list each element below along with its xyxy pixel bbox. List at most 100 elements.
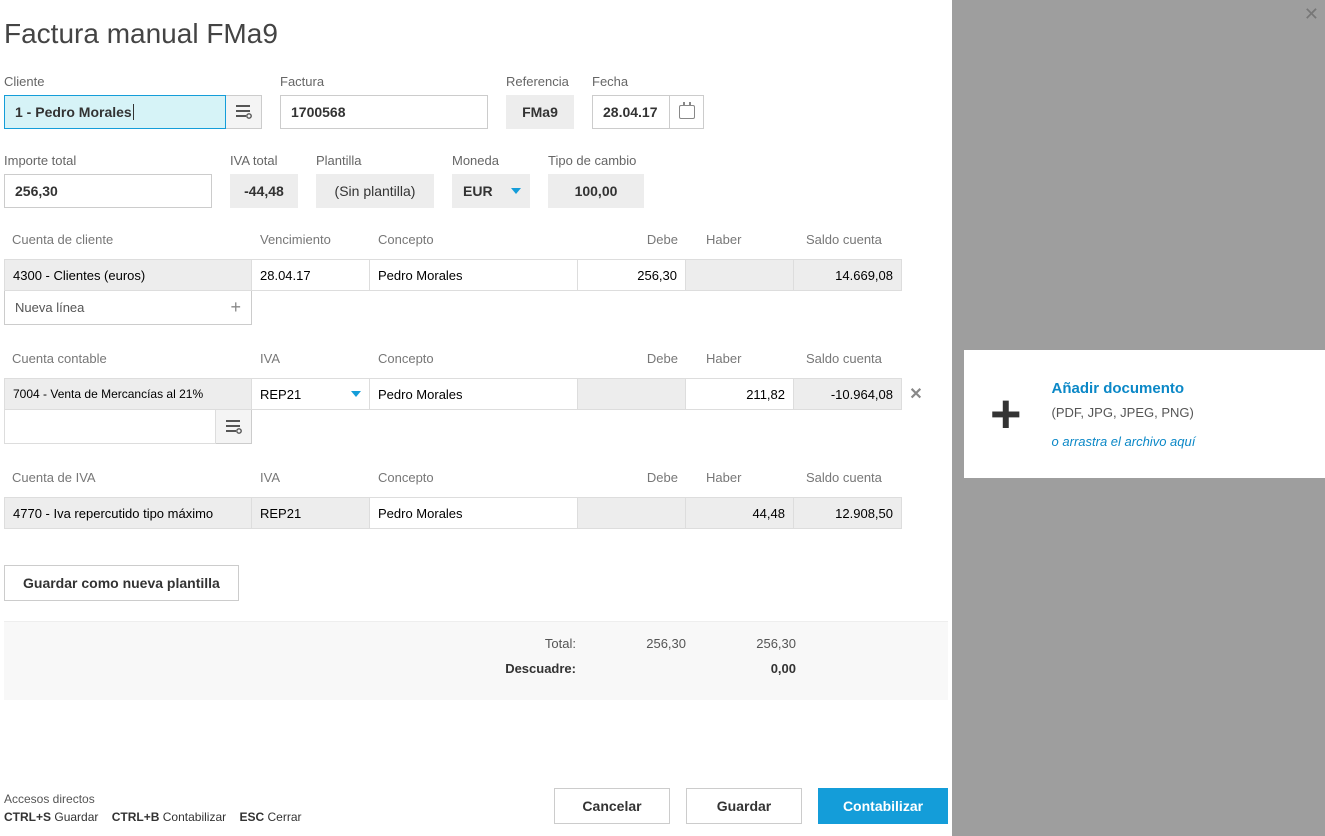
datepicker-button[interactable] (670, 95, 704, 129)
cell-cuenta[interactable]: 4300 - Clientes (euros) (4, 259, 252, 291)
value-plantilla[interactable]: (Sin plantilla) (316, 174, 434, 208)
th-debe: Debe (578, 232, 686, 253)
cell-haber2[interactable]: 211,82 (686, 378, 794, 410)
value-referencia: FMa9 (506, 95, 574, 129)
input-fecha[interactable]: 28.04.17 (592, 95, 670, 129)
cell-cuenta2[interactable]: 7004 - Venta de Mercancías al 21% (4, 378, 252, 410)
th-haber2: Haber (686, 351, 794, 372)
label-referencia: Referencia (506, 74, 574, 89)
calendar-icon (679, 105, 695, 119)
post-button[interactable]: Contabilizar (818, 788, 948, 824)
cell-cuenta3[interactable]: 4770 - Iva repercutido tipo máximo (4, 497, 252, 529)
cell-debe2 (578, 378, 686, 410)
th-saldo3: Saldo cuenta (794, 470, 902, 491)
cell-iva-select[interactable]: REP21 (252, 378, 370, 410)
save-button[interactable]: Guardar (686, 788, 802, 824)
cell-debe[interactable]: 256,30 (578, 259, 686, 291)
add-line-label: Nueva línea (15, 300, 84, 315)
row-header-1: Cliente 1 - Pedro Morales Factura 170056… (4, 74, 948, 129)
select-moneda[interactable]: EUR (452, 174, 530, 208)
add-document-formats: (PDF, JPG, JPEG, PNG) (1052, 405, 1196, 420)
add-document-title: Añadir documento (1052, 380, 1196, 397)
label-importe: Importe total (4, 153, 212, 168)
table-row: 4770 - Iva repercutido tipo máximo REP21… (4, 497, 948, 529)
th-concepto: Concepto (370, 232, 578, 253)
row-header-2: Importe total 256,30 IVA total -44,48 Pl… (4, 153, 948, 208)
add-document-drag: o arrastra el archivo aquí (1052, 434, 1196, 449)
cell-saldo3: 12.908,50 (794, 497, 902, 529)
shortcuts-header: Accesos directos (4, 792, 302, 806)
total-debe: 256,30 (576, 636, 686, 651)
cell-empty-cuenta[interactable] (4, 410, 216, 444)
th-haber: Haber (686, 232, 794, 253)
descuadre-value: 0,00 (686, 661, 796, 676)
th-saldo2: Saldo cuenta (794, 351, 902, 372)
cell-vencimiento[interactable]: 28.04.17 (252, 259, 370, 291)
cancel-button[interactable]: Cancelar (554, 788, 670, 824)
chevron-down-icon (511, 188, 521, 194)
input-factura[interactable]: 1700568 (280, 95, 488, 129)
label-fecha: Fecha (592, 74, 704, 89)
attachment-panel: ✕ + Añadir documento (PDF, JPG, JPEG, PN… (952, 0, 1325, 836)
field-fecha: Fecha 28.04.17 (592, 74, 704, 129)
input-importe[interactable]: 256,30 (4, 174, 212, 208)
th-debe2: Debe (578, 351, 686, 372)
lookup-cuenta-button[interactable] (216, 410, 252, 444)
main-form: Factura manual FMa9 Cliente 1 - Pedro Mo… (0, 0, 952, 836)
table-row: 4300 - Clientes (euros) 28.04.17 Pedro M… (4, 259, 948, 291)
table-row-empty (4, 410, 948, 444)
table-cuenta-contable: Cuenta contable IVA Concepto Debe Haber … (4, 351, 948, 444)
list-search-icon (226, 420, 242, 434)
add-line-button[interactable]: Nueva línea + (4, 291, 252, 325)
chevron-down-icon (351, 391, 361, 397)
cell-haber (686, 259, 794, 291)
cell-debe3 (578, 497, 686, 529)
totals-panel: Total: 256,30 256,30 Descuadre: 0,00 (4, 621, 948, 700)
table-row: 7004 - Venta de Mercancías al 21% REP21 … (4, 378, 948, 410)
plus-icon: + (230, 297, 241, 318)
label-tipo-cambio: Tipo de cambio (548, 153, 644, 168)
close-icon: ✕ (1304, 4, 1319, 24)
cell-concepto2[interactable]: Pedro Morales (370, 378, 578, 410)
th-haber3: Haber (686, 470, 794, 491)
table-cuenta-cliente: Cuenta de cliente Vencimiento Concepto D… (4, 232, 948, 325)
footer: Accesos directos CTRL+S Guardar CTRL+B C… (4, 788, 948, 824)
cell-saldo2: -10.964,08 (794, 378, 902, 410)
th-cuenta-contable: Cuenta contable (4, 351, 252, 372)
field-plantilla: Plantilla (Sin plantilla) (316, 153, 434, 208)
delete-row-button[interactable]: ✕ (902, 378, 930, 410)
field-cliente: Cliente 1 - Pedro Morales (4, 74, 262, 129)
th-concepto2: Concepto (370, 351, 578, 372)
cell-concepto3[interactable]: Pedro Morales (370, 497, 578, 529)
close-panel-button[interactable]: ✕ (1304, 4, 1319, 25)
lookup-cliente-button[interactable] (226, 95, 262, 129)
th-concepto3: Concepto (370, 470, 578, 491)
cell-concepto[interactable]: Pedro Morales (370, 259, 578, 291)
plus-icon: + (990, 387, 1022, 441)
label-iva-total: IVA total (230, 153, 298, 168)
th-debe3: Debe (578, 470, 686, 491)
field-moneda: Moneda EUR (452, 153, 530, 208)
th-iva: IVA (252, 351, 370, 372)
field-referencia: Referencia FMa9 (506, 74, 574, 129)
dropzone[interactable]: + Añadir documento (PDF, JPG, JPEG, PNG)… (964, 350, 1325, 478)
save-as-template-button[interactable]: Guardar como nueva plantilla (4, 565, 239, 601)
close-icon: ✕ (909, 384, 922, 404)
cell-haber3: 44,48 (686, 497, 794, 529)
field-factura: Factura 1700568 (280, 74, 488, 129)
th-iva3: IVA (252, 470, 370, 491)
input-cliente[interactable]: 1 - Pedro Morales (4, 95, 226, 129)
page-title: Factura manual FMa9 (4, 18, 948, 50)
total-haber: 256,30 (686, 636, 796, 651)
table-cuenta-iva: Cuenta de IVA IVA Concepto Debe Haber Sa… (4, 470, 948, 529)
shortcuts: Accesos directos CTRL+S Guardar CTRL+B C… (4, 792, 302, 824)
cell-saldo: 14.669,08 (794, 259, 902, 291)
descuadre-label: Descuadre: (4, 661, 576, 676)
value-iva-total: -44,48 (230, 174, 298, 208)
field-iva-total: IVA total -44,48 (230, 153, 298, 208)
label-cliente: Cliente (4, 74, 262, 89)
cell-iva3: REP21 (252, 497, 370, 529)
th-saldo: Saldo cuenta (794, 232, 902, 253)
value-tipo-cambio: 100,00 (548, 174, 644, 208)
label-factura: Factura (280, 74, 488, 89)
